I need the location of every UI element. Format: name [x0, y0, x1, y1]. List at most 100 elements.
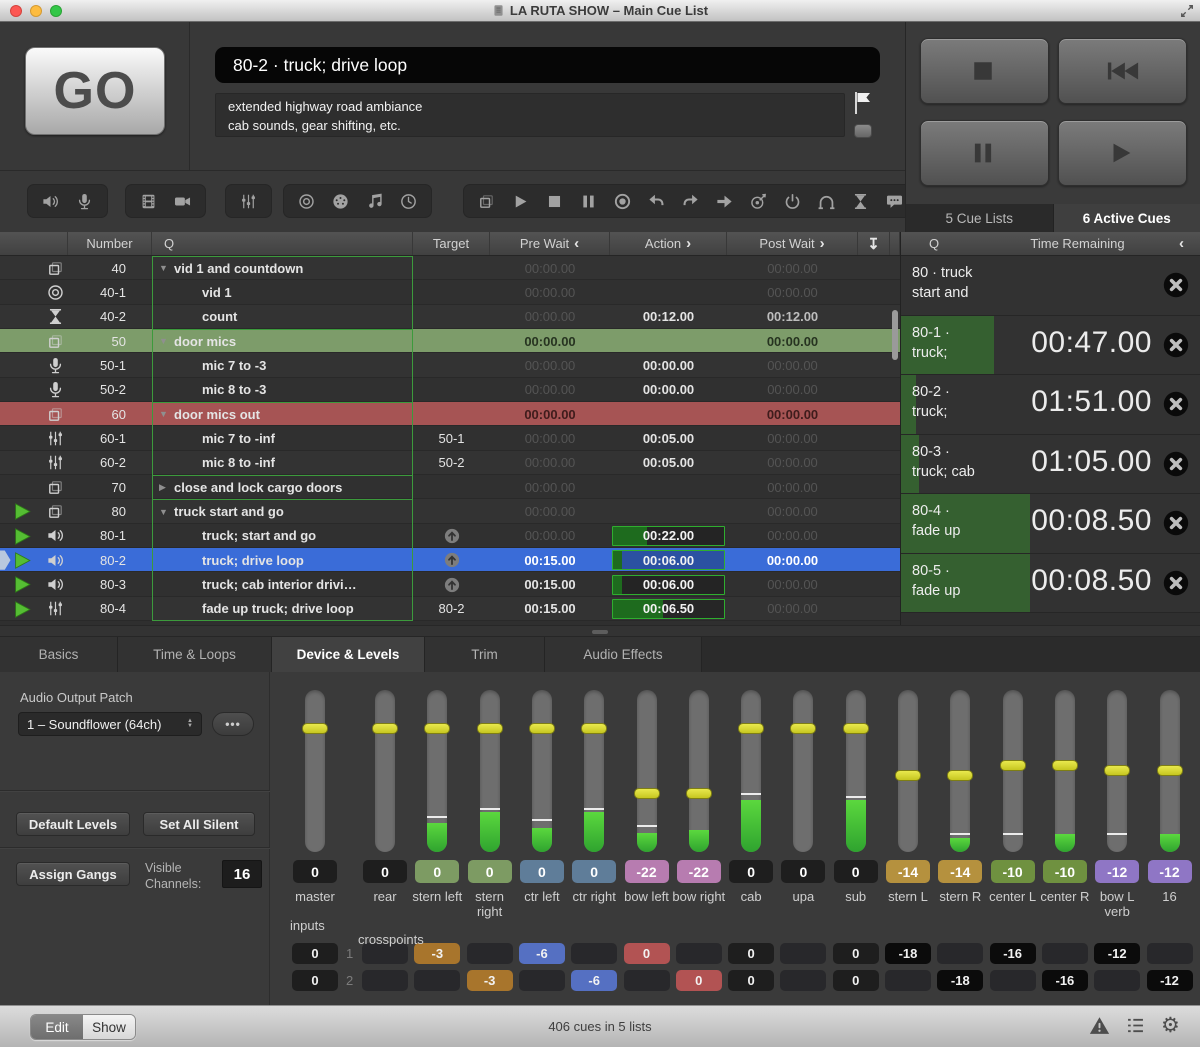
crosspoint-ctr-left-row2[interactable]: [519, 970, 565, 991]
cue-row-60-2[interactable]: 60-2mic 8 to -inf50-200:00.0000:05.0000:…: [0, 451, 900, 475]
level-value-ctr-left[interactable]: 0: [520, 860, 564, 883]
film-icon[interactable]: [139, 192, 158, 211]
cue-row-80-1[interactable]: 80-1truck; start and go00:00.0000:22.000…: [0, 524, 900, 548]
level-value-bow-l-verb[interactable]: -12: [1095, 860, 1139, 883]
fader-ctr-left[interactable]: [532, 690, 552, 852]
fader-16[interactable]: [1160, 690, 1180, 852]
level-value-cab[interactable]: 0: [729, 860, 773, 883]
crosspoint-bow-left-row1[interactable]: 0: [624, 943, 670, 964]
crosspoint-upa-row1[interactable]: [780, 943, 826, 964]
fader-bow-right[interactable]: [689, 690, 709, 852]
fader-thumb-bow-right[interactable]: [686, 788, 712, 799]
set-all-silent-button[interactable]: Set All Silent: [143, 812, 255, 836]
dart-icon[interactable]: [749, 192, 768, 211]
fader-thumb-ctr-left[interactable]: [529, 723, 555, 734]
crosspoint-center-r-row2[interactable]: -16: [1042, 970, 1088, 991]
visible-channels-field[interactable]: 16: [222, 860, 262, 888]
assign-gangs-button[interactable]: Assign Gangs: [16, 862, 130, 886]
header-continue-col[interactable]: ↧: [858, 232, 890, 255]
cue-row-40-2[interactable]: 40-2count00:00.0000:12.0000:12.00: [0, 305, 900, 329]
stop-cue-x-button[interactable]: [1163, 272, 1189, 298]
stop-icon[interactable]: [545, 192, 564, 211]
level-value-stern-left[interactable]: 0: [415, 860, 459, 883]
cue-row-80-4[interactable]: 80-4fade up truck; drive loop80-200:15.0…: [0, 597, 900, 621]
fader-cab[interactable]: [741, 690, 761, 852]
level-value-bow-left[interactable]: -22: [625, 860, 669, 883]
header-number-col[interactable]: Number: [68, 232, 152, 255]
fader-stern-l[interactable]: [898, 690, 918, 852]
music-icon[interactable]: [365, 192, 384, 211]
stop-cue-x-button[interactable]: [1163, 570, 1189, 596]
header-postwait-col[interactable]: Post Wait›: [727, 232, 858, 255]
fader-master[interactable]: [305, 690, 325, 852]
crosspoint-sub-row1[interactable]: 0: [833, 943, 879, 964]
crosspoint-stern-r-row2[interactable]: -18: [937, 970, 983, 991]
level-value-center-r[interactable]: -10: [1043, 860, 1087, 883]
crosspoint-16-row1[interactable]: [1147, 943, 1193, 964]
crosspoint-bow-right-row1[interactable]: [676, 943, 722, 964]
undo-icon[interactable]: [647, 192, 666, 211]
cue-row-50-2[interactable]: 50-2mic 8 to -300:00.0000:00.0000:00.00: [0, 378, 900, 402]
fader-thumb-rear[interactable]: [372, 723, 398, 734]
fader-upa[interactable]: [793, 690, 813, 852]
header-q-col[interactable]: Q: [152, 232, 413, 255]
hourglass-icon[interactable]: [851, 192, 870, 211]
camera-icon[interactable]: [173, 192, 192, 211]
crosspoint-stern-right-row1[interactable]: [467, 943, 513, 964]
mic-icon[interactable]: [75, 192, 94, 211]
active-header-time[interactable]: Time Remaining: [976, 236, 1179, 251]
faders-icon[interactable]: [239, 192, 258, 211]
cue-row-40[interactable]: 40▼vid 1 and countdown00:00.0000:00.00: [0, 256, 900, 280]
active-cue-row[interactable]: 80-5 ·fade up00:08.50: [901, 554, 1200, 614]
crosspoint-upa-row2[interactable]: [780, 970, 826, 991]
crosspoint-stern-r-row1[interactable]: [937, 943, 983, 964]
pause-icon[interactable]: [579, 192, 598, 211]
crosspoint-center-l-row2[interactable]: [990, 970, 1036, 991]
midi-icon[interactable]: [331, 192, 350, 211]
pause-button[interactable]: [920, 120, 1049, 186]
fader-rear[interactable]: [375, 690, 395, 852]
rewind-button[interactable]: [1058, 38, 1187, 104]
arrow-right-icon[interactable]: [715, 192, 734, 211]
cue-row-60[interactable]: 60▼door mics out00:00.0000:00.00: [0, 402, 900, 426]
crosspoint-master-row2[interactable]: 0: [292, 970, 338, 991]
disclosure-open-icon[interactable]: ▼: [159, 263, 174, 273]
stop-cue-x-button[interactable]: [1163, 451, 1189, 477]
gear-icon[interactable]: ⚙: [1161, 1015, 1182, 1036]
level-value-stern-l[interactable]: -14: [886, 860, 930, 883]
fader-bow-l-verb[interactable]: [1107, 690, 1127, 852]
headphones-icon[interactable]: [817, 192, 836, 211]
disclosure-open-icon[interactable]: ▼: [159, 336, 174, 346]
tab-6-active-cues[interactable]: 6 Active Cues: [1054, 204, 1200, 232]
play-button[interactable]: [1058, 120, 1187, 186]
fader-thumb-sub[interactable]: [843, 723, 869, 734]
active-cue-row[interactable]: 80-4 ·fade up00:08.50: [901, 494, 1200, 554]
crosspoint-ctr-right-row2[interactable]: -6: [571, 970, 617, 991]
go-button[interactable]: GO: [25, 47, 165, 135]
speaker-icon[interactable]: [41, 192, 60, 211]
target-rings-icon[interactable]: [297, 192, 316, 211]
active-cue-row[interactable]: 80-2 ·truck;01:51.00: [901, 375, 1200, 435]
fader-thumb-center-l[interactable]: [1000, 760, 1026, 771]
header-prewait-col[interactable]: Pre Wait‹: [490, 232, 610, 255]
fader-stern-left[interactable]: [427, 690, 447, 852]
crosspoint-cab-row1[interactable]: 0: [728, 943, 774, 964]
cue-table-scrollbar[interactable]: [892, 310, 898, 360]
fader-ctr-right[interactable]: [584, 690, 604, 852]
stop-cue-x-button[interactable]: [1163, 391, 1189, 417]
level-value-stern-right[interactable]: 0: [468, 860, 512, 883]
crosspoint-master-row1[interactable]: 0: [292, 943, 338, 964]
fader-thumb-bow-l-verb[interactable]: [1104, 765, 1130, 776]
play-icon[interactable]: [511, 192, 530, 211]
header-target-col[interactable]: Target: [413, 232, 490, 255]
cue-row-40-1[interactable]: 40-1vid 100:00.0000:00.00: [0, 280, 900, 304]
chat-icon[interactable]: [885, 192, 904, 211]
warning-icon[interactable]: [1089, 1015, 1110, 1036]
splitter-handle[interactable]: [592, 630, 608, 634]
list-icon[interactable]: [1125, 1015, 1146, 1036]
disclosure-open-icon[interactable]: ▼: [159, 507, 174, 517]
stop-cue-x-button[interactable]: [1163, 332, 1189, 358]
fader-thumb-stern-l[interactable]: [895, 770, 921, 781]
flag-toggle[interactable]: [854, 124, 872, 138]
fader-thumb-cab[interactable]: [738, 723, 764, 734]
